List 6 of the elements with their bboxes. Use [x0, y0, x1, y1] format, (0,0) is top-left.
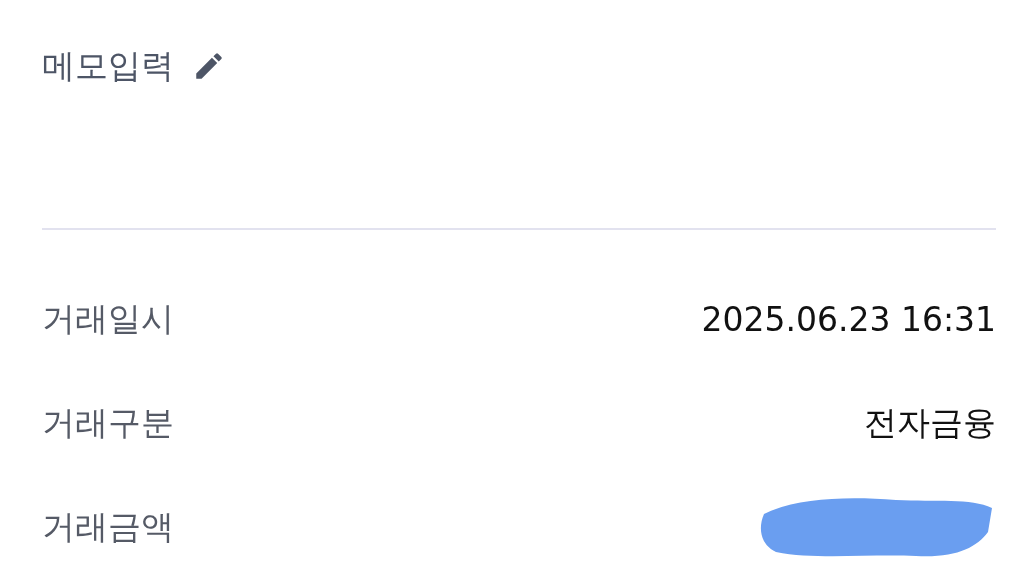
detail-label: 거래구분 — [42, 401, 174, 444]
detail-value: 전자금융 — [864, 401, 996, 444]
detail-value: 2025.06.23 16:31 — [701, 299, 996, 339]
memo-label: 메모입력 — [42, 44, 174, 87]
detail-label: 거래금액 — [42, 505, 174, 548]
detail-label: 거래일시 — [42, 297, 174, 340]
